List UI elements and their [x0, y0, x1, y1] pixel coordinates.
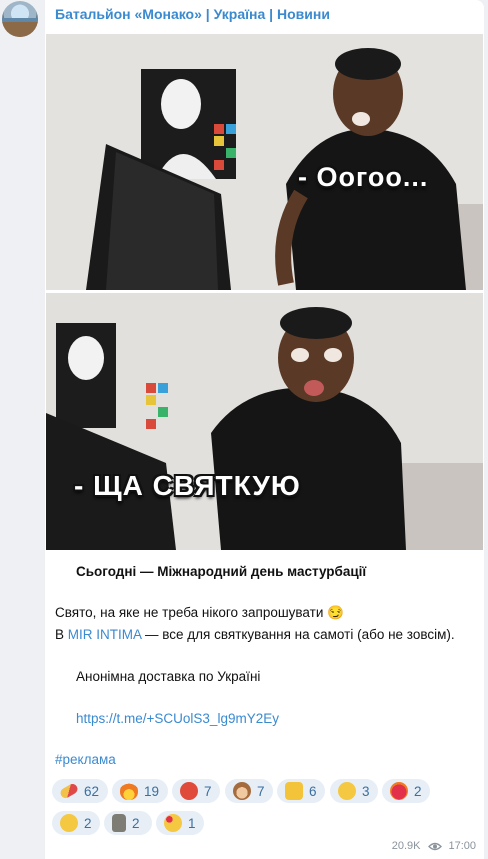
angry-face-icon	[180, 782, 198, 800]
post-line-2: В MIR INTIMA — все для святкування на са…	[55, 627, 455, 642]
meme-photo-bottom[interactable]: - ЩА СВЯТКУЮ	[46, 293, 483, 550]
see-no-evil-monkey-icon	[233, 782, 251, 800]
reaction-angry[interactable]: 7	[172, 779, 220, 803]
reaction-monkey[interactable]: 7	[225, 779, 273, 803]
delivery-text: Анонімна доставка по Україні	[76, 669, 261, 684]
reaction-smirk[interactable]: 3	[330, 779, 378, 803]
message-time: 17:00	[448, 840, 476, 852]
meme-caption-top: - Оогоо...	[298, 162, 429, 192]
thinking-face-icon	[60, 814, 78, 832]
channel-avatar[interactable]	[2, 1, 38, 37]
reaction-thinking[interactable]: 2	[52, 811, 100, 835]
meme-caption-bottom: - ЩА СВЯТКУЮ	[74, 470, 301, 501]
reaction-moai[interactable]: 2	[104, 811, 152, 835]
reaction-smiling-hearts[interactable]: 1	[156, 811, 204, 835]
hashtag-link[interactable]: #реклама	[55, 752, 116, 767]
mir-intima-link[interactable]: MIR INTIMA	[68, 627, 142, 642]
message-meta: 20.9K 17:00	[392, 840, 476, 852]
thumbs-up-icon	[285, 782, 303, 800]
eye-icon	[428, 842, 443, 850]
view-count: 20.9K	[391, 840, 421, 852]
smirk-face-icon	[338, 782, 356, 800]
reaction-heart-fire[interactable]: 2	[382, 779, 430, 803]
reaction-thumbs-up[interactable]: 6	[277, 779, 325, 803]
pill-icon	[58, 782, 80, 800]
channel-title[interactable]: Батальйон «Монако» | Україна | Новини	[55, 6, 330, 22]
reaction-pill[interactable]: 62	[52, 779, 108, 803]
meme-photo-top[interactable]: - Оогоо...	[46, 34, 483, 290]
post-line-1: Свято, на яке не треба нікого запрошуват…	[55, 605, 344, 620]
fire-icon	[120, 782, 138, 800]
post-headline: Сьогодні — Міжнародний день мастурбації	[76, 564, 367, 579]
heart-on-fire-icon	[390, 782, 408, 800]
moai-icon	[112, 814, 126, 832]
smiling-hearts-face-icon	[164, 814, 182, 832]
reaction-fire[interactable]: 19	[112, 779, 168, 803]
invite-link[interactable]: https://t.me/+SCUolS3_lg9mY2Ey	[76, 711, 279, 726]
